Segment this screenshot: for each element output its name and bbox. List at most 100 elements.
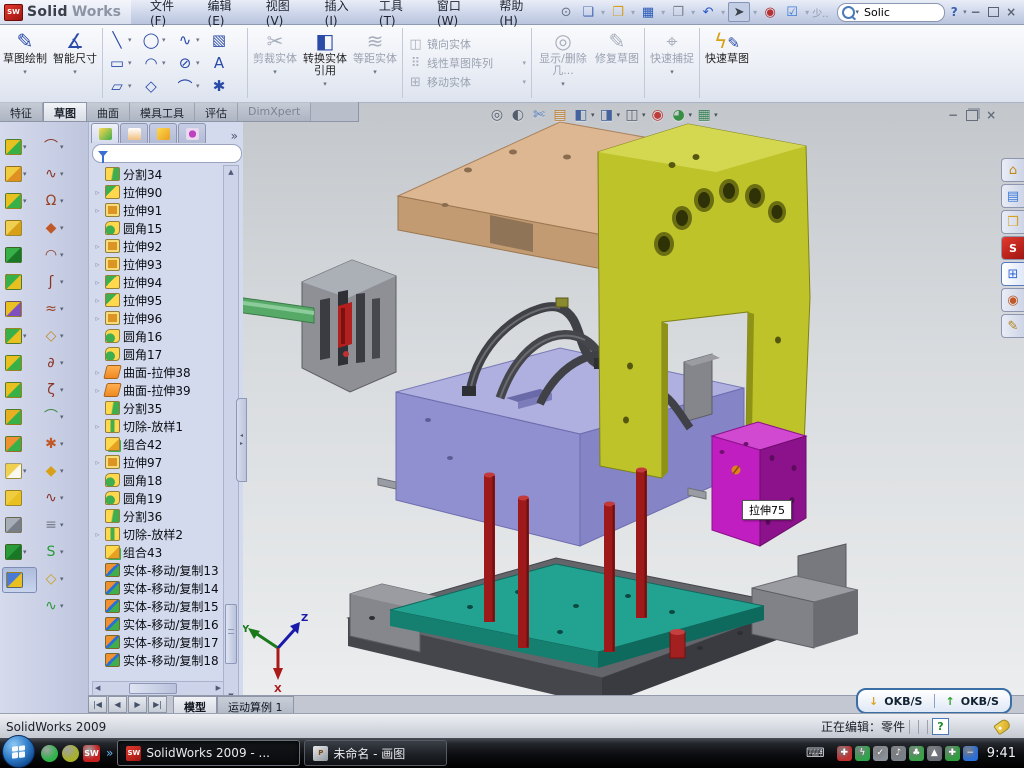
expander-icon[interactable]: ▹ xyxy=(93,206,102,215)
zoom-fit-icon[interactable]: ◎ xyxy=(488,106,506,124)
scroll-left-icon[interactable]: ◀ xyxy=(95,684,100,692)
tree-item[interactable]: 圆角16 xyxy=(91,327,223,345)
propertymanager-tab[interactable] xyxy=(120,123,148,143)
update-gear-icon[interactable]: ✓ xyxy=(873,746,888,761)
zoom-area-icon[interactable]: ◐ xyxy=(509,106,527,124)
instant3d-icon[interactable] xyxy=(2,567,37,593)
sketch-tool-icon-1[interactable]: ⌒▾ xyxy=(40,135,73,159)
dropdown-icon[interactable]: ▾ xyxy=(753,8,757,17)
tree-item[interactable]: 实体-移动/复制18 xyxy=(91,651,223,669)
convert-entities-button[interactable]: ◧ 转换实体引用▾ xyxy=(300,24,350,102)
tab-草图[interactable]: 草图 xyxy=(43,102,87,121)
tree-item[interactable]: 分割36 xyxy=(91,507,223,525)
expander-icon[interactable]: ▹ xyxy=(93,368,102,377)
tree-item[interactable]: ▹曲面-拉伸39 xyxy=(91,381,223,399)
spline-curve-icon[interactable]: ▾ xyxy=(2,540,35,564)
tree-item[interactable]: 组合42 xyxy=(91,435,223,453)
tree-item[interactable]: ▹拉伸96 xyxy=(91,309,223,327)
palette-icon[interactable]: ⊞ xyxy=(1001,262,1024,286)
messenger-icon[interactable] xyxy=(41,745,58,762)
expander-icon[interactable]: ▹ xyxy=(93,296,102,305)
home-icon[interactable]: ⌂ xyxy=(1001,158,1024,182)
line-icon[interactable]: ╲▾ xyxy=(107,29,141,51)
apply-scene-icon[interactable]: ◕▾ xyxy=(670,106,693,124)
combine-icon[interactable] xyxy=(2,405,35,429)
rectangle-icon[interactable]: ▭▾ xyxy=(107,52,141,74)
cut-wedge-icon[interactable] xyxy=(2,270,35,294)
health-shield-icon[interactable]: ✚ xyxy=(945,746,960,761)
open-icon[interactable]: ❒ xyxy=(608,3,628,21)
tree-hscroll-thumb[interactable] xyxy=(129,683,177,694)
view-orientation-icon[interactable]: ◧▾ xyxy=(572,106,595,124)
sketch-tool-icon-4[interactable]: ◆▾ xyxy=(40,216,73,240)
expander-icon[interactable]: ▹ xyxy=(93,422,102,431)
extruded-boss-icon[interactable]: ▾ xyxy=(2,135,35,159)
tree-filter-box[interactable] xyxy=(92,144,242,163)
help-button[interactable]: ? xyxy=(945,4,963,20)
sketch-tool-icon-7[interactable]: ≈▾ xyxy=(40,297,73,321)
doc-restore-button[interactable] xyxy=(966,110,978,121)
tab-模具工具[interactable]: 模具工具 xyxy=(130,103,195,121)
tree-item[interactable]: ▹拉伸94 xyxy=(91,273,223,291)
display-delete-relations-button[interactable]: ◎ 显示/删除几...▾ xyxy=(534,24,592,102)
tree-item[interactable]: ▹拉伸95 xyxy=(91,291,223,309)
sketch-tool-icon-11[interactable]: ⌒▾ xyxy=(40,405,73,429)
taskbar-clock[interactable]: 9:41 xyxy=(987,746,1016,761)
custom-properties-icon[interactable]: ✎ xyxy=(1001,314,1024,338)
status-tag-icon[interactable] xyxy=(993,718,1012,736)
menu-item-4[interactable]: 工具(T) xyxy=(370,0,428,31)
tab-DimXpert[interactable]: DimXpert xyxy=(238,103,311,121)
tree-item[interactable]: 分割35 xyxy=(91,399,223,417)
model-assembly[interactable]: Y Z X xyxy=(242,103,1024,713)
panel-more-icon[interactable]: » xyxy=(231,129,241,143)
dropdown-icon[interactable]: ▾ xyxy=(73,66,77,78)
delete-body-icon[interactable]: ▾ xyxy=(2,459,35,483)
move-copy-body-icon[interactable] xyxy=(2,432,35,456)
mirror-entities-button[interactable]: ◫镜向实体 xyxy=(408,36,526,52)
quick-launch-chevron-icon[interactable]: » xyxy=(106,746,113,760)
antivirus-shield-icon[interactable]: ✚ xyxy=(837,746,852,761)
sketch-tool-icon-5[interactable]: ◠▾ xyxy=(40,243,73,267)
dropdown-icon[interactable]: ▾ xyxy=(805,8,809,17)
tree-item[interactable]: 实体-移动/复制15 xyxy=(91,597,223,615)
extruded-cut-icon[interactable]: ▾ xyxy=(2,162,35,186)
menu-item-5[interactable]: 窗口(W) xyxy=(428,0,490,31)
menu-item-1[interactable]: 编辑(E) xyxy=(199,0,257,31)
sketch-tool-icon-6[interactable]: ʃ▾ xyxy=(40,270,73,294)
tree-item[interactable]: 实体-移动/复制16 xyxy=(91,615,223,633)
sketch-tool-icon-3[interactable]: Ω▾ xyxy=(40,189,73,213)
sketch-tool-icon-15[interactable]: ≡▾ xyxy=(40,513,73,537)
model-side-block-magenta[interactable] xyxy=(712,422,806,546)
pattern-icon[interactable]: ▾ xyxy=(2,324,35,348)
first-tab-button[interactable]: |◀ xyxy=(88,696,107,713)
expander-icon[interactable]: ▹ xyxy=(93,242,102,251)
trim-entities-button[interactable]: ✂ 剪裁实体▾ xyxy=(250,24,300,102)
quick-snaps-button[interactable]: ⌖ 快速捕捉▾ xyxy=(647,24,697,102)
surface-flatten-icon[interactable] xyxy=(2,486,35,510)
linear-sketch-pattern-button[interactable]: ⠿线性草图阵列▾ xyxy=(408,55,526,71)
tree-vscroll-thumb[interactable] xyxy=(225,604,237,664)
pin-icon[interactable]: ⊙ xyxy=(556,3,576,21)
scroll-up-icon[interactable]: ▲ xyxy=(224,168,238,176)
fillet-icon[interactable]: ▾ xyxy=(2,189,35,213)
search-box[interactable]: ▾ xyxy=(837,3,946,22)
move-entities-button[interactable]: ⊞移动实体▾ xyxy=(408,74,526,90)
sketch-tool-icon-16[interactable]: S▾ xyxy=(40,540,73,564)
dropdown-icon[interactable]: ▾ xyxy=(631,8,635,17)
arc-icon[interactable]: ◠▾ xyxy=(141,52,175,74)
spline-icon[interactable]: ∿▾ xyxy=(175,29,209,51)
tab-评估[interactable]: 评估 xyxy=(195,103,238,121)
display-style-icon[interactable]: ◨▾ xyxy=(598,106,621,124)
search-input[interactable] xyxy=(862,5,922,20)
configurationmanager-tab[interactable] xyxy=(149,123,177,143)
scroll-right-icon[interactable]: ▶ xyxy=(216,684,221,692)
prev-tab-button[interactable]: ◀ xyxy=(108,696,127,713)
tree-item[interactable]: 实体-移动/复制17 xyxy=(91,633,223,651)
dropdown-icon[interactable]: ▾ xyxy=(23,66,27,78)
smart-dimension-button[interactable]: ∡ 智能尺寸▾ xyxy=(50,24,100,102)
tab-特征[interactable]: 特征 xyxy=(0,103,43,121)
select-arrow-icon[interactable]: ➤ xyxy=(728,2,750,22)
expander-icon[interactable]: ▹ xyxy=(93,188,102,197)
section-view-icon[interactable]: ✄ xyxy=(530,106,548,124)
print-icon[interactable]: ❐ xyxy=(668,3,688,21)
